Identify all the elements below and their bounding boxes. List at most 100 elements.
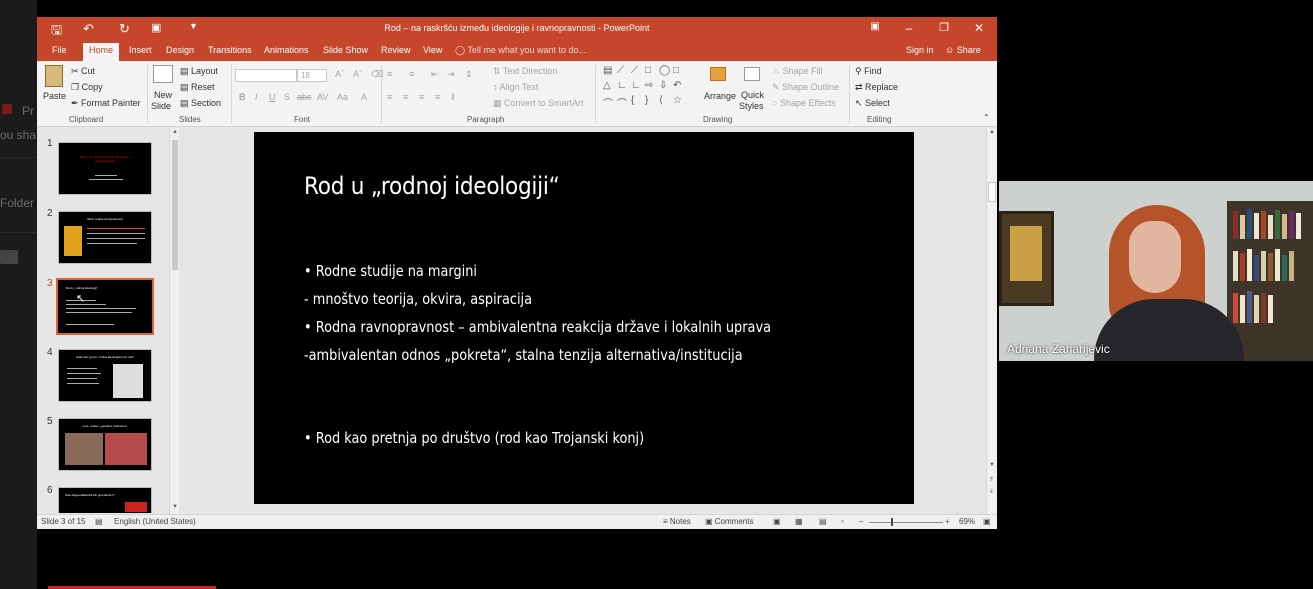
tab-animations[interactable]: Animations — [264, 45, 309, 55]
slide-bullet[interactable]: • Rodna ravnopravnost – ambivalentna rea… — [304, 318, 771, 336]
tab-insert[interactable]: Insert — [129, 45, 152, 55]
slide-thumbnail[interactable]: Kako bez grozo i rodna ideologija kroz r… — [58, 349, 152, 402]
slide-title[interactable]: Rod u „rodnoj ideologiji“ — [304, 172, 560, 200]
collapse-ribbon-icon[interactable]: ⌃ — [983, 113, 990, 122]
slide-bullet[interactable]: • Rod kao pretnja po društvo (rod kao Tr… — [304, 429, 644, 447]
zoom-slider-handle[interactable] — [891, 518, 893, 526]
slide-thumbnail[interactable]: Lere, rodne i „gendere rodnosmo“ — [58, 418, 152, 471]
bracket-shape-icon[interactable]: } — [645, 95, 648, 106]
scrollbar-thumb[interactable] — [988, 182, 996, 202]
numbering-icon[interactable]: ≡ — [409, 69, 414, 79]
share-button[interactable]: ☺ Share — [945, 45, 981, 55]
current-slide[interactable]: Rod u „rodnoj ideologiji“ • Rodne studij… — [254, 132, 914, 504]
font-color-button[interactable]: A — [361, 92, 367, 102]
change-case-button[interactable]: Aa — [337, 92, 348, 102]
tell-me-search[interactable]: ◯ Tell me what you want to do... — [455, 45, 586, 56]
arrow-down-shape-icon[interactable]: ⇩ — [659, 80, 667, 91]
brace-shape-icon[interactable]: ⟨ — [659, 95, 663, 106]
sign-in-link[interactable]: Sign in — [906, 45, 934, 55]
star-shape-icon[interactable]: ☆ — [673, 95, 682, 106]
section-button[interactable]: ▤ Section — [180, 98, 221, 109]
slide-thumbnail-selected[interactable]: Rod u „rodnoj ideologiji“ ↖ — [56, 278, 154, 335]
layout-button[interactable]: ▤ Layout — [180, 66, 218, 77]
tab-file[interactable]: File — [52, 45, 67, 55]
scroll-down-icon[interactable]: ▼ — [172, 504, 178, 510]
font-name-input[interactable] — [235, 69, 297, 82]
align-text-button[interactable]: ↕ Align Text — [493, 82, 538, 92]
tab-transitions[interactable]: Transitions — [208, 45, 252, 55]
shrink-font-icon[interactable]: Aˇ — [353, 69, 362, 79]
align-right-icon[interactable]: ≡ — [419, 92, 424, 102]
line-shape-icon[interactable]: ⟋ — [631, 65, 638, 76]
columns-icon[interactable]: ‖ — [451, 92, 455, 102]
connector-shape-icon[interactable]: ∟ — [617, 80, 627, 91]
bullets-icon[interactable]: ≡ — [387, 69, 392, 79]
convert-smartart-button[interactable]: ▦ Convert to SmartArt — [493, 98, 584, 109]
restore-icon[interactable]: ❐ — [934, 21, 954, 34]
slideshow-view-icon[interactable]: ▫ — [841, 517, 844, 526]
cut-button[interactable]: ✂ Cut — [71, 66, 95, 77]
shape-effects-button[interactable]: ○ Shape Effects — [772, 98, 836, 108]
video-tile[interactable]: Adriana Zaharijevic — [999, 181, 1313, 361]
rectangle-shape-icon[interactable]: □ — [645, 65, 651, 76]
bold-button[interactable]: B — [239, 92, 246, 102]
reading-view-icon[interactable]: ▤ — [819, 517, 827, 526]
comments-button[interactable]: ▣ Comments — [705, 517, 753, 526]
arrow-right-shape-icon[interactable]: ⇨ — [645, 80, 653, 91]
fit-to-window-icon[interactable]: ▣ — [983, 517, 991, 526]
textbox-shape-icon[interactable]: ▤ — [603, 65, 612, 76]
rectangle-shape-icon[interactable]: □ — [673, 65, 679, 76]
reset-button[interactable]: ▤ Reset — [180, 82, 215, 93]
slide-sorter-icon[interactable]: ▦ — [795, 517, 803, 526]
line-spacing-icon[interactable]: ⇕ — [465, 69, 473, 80]
align-left-icon[interactable]: ≡ — [387, 92, 392, 102]
zoom-slider[interactable] — [869, 522, 943, 523]
bracket-shape-icon[interactable]: { — [631, 95, 634, 106]
connector-shape-icon[interactable]: ∟ — [631, 80, 641, 91]
slide-thumbnail[interactable]: Gde diigspodilitacioli biti grenderiscr? — [58, 487, 152, 513]
zoom-in-icon[interactable]: + — [945, 517, 950, 526]
zoom-level[interactable]: 69% — [959, 517, 975, 526]
shape-fill-button[interactable]: ♨ Shape Fill — [772, 66, 823, 77]
font-size-input[interactable]: 18 — [297, 69, 327, 82]
shadow-button[interactable]: S — [284, 92, 290, 102]
copy-button[interactable]: ❐ Copy — [71, 82, 103, 93]
slide-thumbnail[interactable]: Rod – na raskršću između ideologije i ra… — [58, 142, 152, 195]
find-button[interactable]: ⚲ Find — [855, 66, 882, 77]
normal-view-icon[interactable]: ▣ — [773, 517, 781, 526]
slide-scrollbar[interactable]: ▲ ▼ ⇑ ⇓ — [986, 128, 997, 514]
spellcheck-icon[interactable]: ▤ — [95, 517, 103, 526]
increase-indent-icon[interactable]: ⇥ — [447, 69, 455, 80]
strikethrough-button[interactable]: abc — [297, 92, 312, 102]
slide-bullet[interactable]: • Rodne studije na margini — [304, 262, 477, 280]
decrease-indent-icon[interactable]: ⇤ — [431, 69, 439, 80]
minimize-icon[interactable]: – — [899, 21, 919, 35]
triangle-shape-icon[interactable]: △ — [603, 80, 611, 91]
scroll-down-icon[interactable]: ▼ — [989, 462, 995, 468]
slide-bullet[interactable]: - mnoštvo teorija, okvira, aspiracija — [304, 290, 532, 308]
scroll-up-icon[interactable]: ▲ — [172, 129, 178, 135]
grow-font-icon[interactable]: Aˆ — [335, 69, 344, 79]
replace-button[interactable]: ⇄ Replace — [855, 82, 898, 93]
tab-slide-show[interactable]: Slide Show — [323, 45, 368, 55]
tab-home[interactable]: Home — [83, 43, 120, 62]
tab-view[interactable]: View — [423, 45, 442, 55]
scrollbar-thumb[interactable] — [172, 140, 178, 270]
oval-shape-icon[interactable]: ◯ — [659, 65, 670, 76]
shape-outline-button[interactable]: ✎ Shape Outline — [772, 82, 839, 93]
ribbon-display-icon[interactable]: ▣ — [865, 21, 885, 32]
underline-button[interactable]: U — [269, 92, 276, 102]
format-painter-button[interactable]: ✒ Format Painter — [71, 98, 141, 109]
zoom-out-icon[interactable]: – — [859, 517, 863, 526]
previous-slide-icon[interactable]: ⇑ — [989, 476, 994, 483]
arc-shape-icon[interactable]: ⌒ — [617, 95, 627, 110]
tab-design[interactable]: Design — [166, 45, 194, 55]
align-center-icon[interactable]: ≡ — [403, 92, 408, 102]
line-shape-icon[interactable]: ⟋ — [617, 65, 624, 76]
slide-bullet[interactable]: -ambivalentan odnos „pokreta“, stalna te… — [304, 346, 743, 364]
arc-shape-icon[interactable]: ⌒ — [603, 95, 613, 110]
char-spacing-button[interactable]: AV — [317, 92, 328, 102]
tab-review[interactable]: Review — [381, 45, 411, 55]
next-slide-icon[interactable]: ⇓ — [989, 488, 994, 495]
language-label[interactable]: English (United States) — [114, 517, 196, 526]
